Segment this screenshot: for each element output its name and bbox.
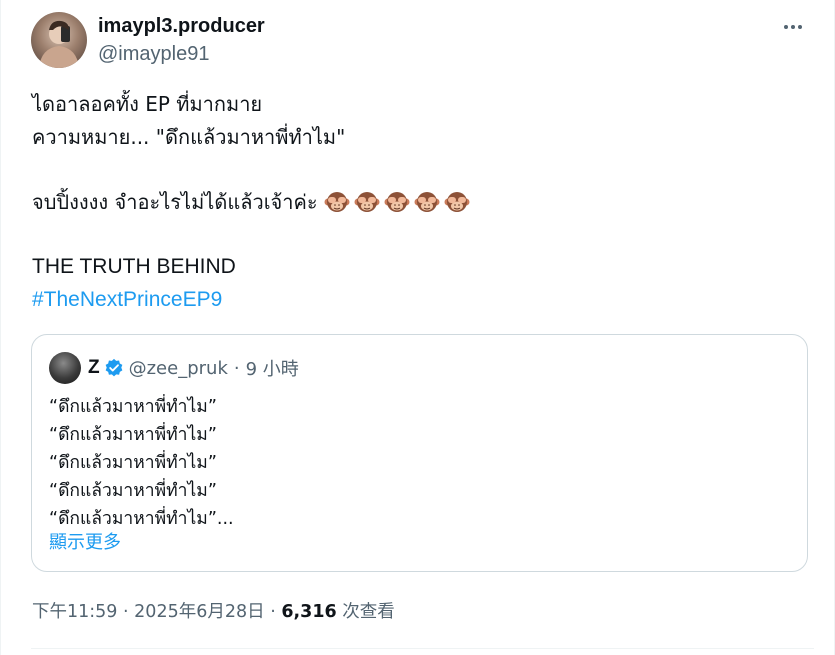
tweet-line: ความหมาย... "ดึกแล้วมาหาพี่ทำไม" [32,124,346,149]
quote-line: “ดึกแล้วมาหาพี่ทำไม” [49,397,217,417]
tweet-article: imaypl3.producer @imayple91 ไดอาลอคทั้ง … [0,0,835,655]
tweet-line: ไดอาลอคทั้ง EP ที่มากมาย [32,92,263,116]
quote-author-avatar[interactable] [49,352,81,384]
tweet-line-with-emoji: จบปิ้งงงง จำอะไรไม่ได้แล้วเจ้าค่ะ [32,186,812,219]
divider [31,648,814,649]
see-no-evil-monkey-icon [324,191,350,212]
avatar-photo [39,20,79,68]
tweet-line: THE TRUTH BEHIND [32,254,236,278]
author-handle[interactable]: @imayple91 [98,42,265,66]
see-no-evil-monkey-icon [354,191,380,212]
tweet-line: จบปิ้งงงง จำอะไรไม่ได้แล้วเจ้าค่ะ [32,189,318,214]
quote-time[interactable]: 9 小時 [246,355,299,381]
author-avatar[interactable] [31,12,87,68]
author-block: imaypl3.producer @imayple91 [98,14,265,66]
quote-line: “ดึกแล้วมาหาพี่ทำไม” [49,453,217,473]
tweet-meta: 下午11:59 · 2025年6月28日 · 6,316 次查看 [32,598,395,623]
tweet-date[interactable]: 2025年6月28日 [134,602,264,622]
hashtag-link[interactable]: #TheNextPrinceEP9 [32,288,222,311]
meta-separator: · [123,602,129,622]
views-count: 6,316 [281,602,337,622]
views-label: 次查看 [342,602,395,622]
quote-text: “ดึกแล้วมาหาพี่ทำไม” “ดึกแล้วมาหาพี่ทำไม… [49,393,234,533]
quote-author-name[interactable]: Z [88,357,100,379]
meta-separator: · [270,602,276,622]
see-no-evil-monkey-icon [414,191,440,212]
see-no-evil-monkey-icon [444,191,470,212]
quote-separator: · [233,357,240,379]
show-more-link[interactable]: 顯示更多 [49,528,121,554]
more-options-button[interactable] [778,12,808,42]
see-no-evil-monkey-icon [384,191,410,212]
emoji-row [324,189,470,215]
tweet-time[interactable]: 下午11:59 [32,602,117,622]
quote-header: Z @zee_pruk · 9 小時 [49,352,299,384]
tweet-text: ไดอาลอคทั้ง EP ที่มากมาย ความหมาย... "ดึ… [32,88,812,316]
more-dots-icon [784,25,802,29]
quote-author-handle[interactable]: @zee_pruk [129,358,228,379]
verified-badge-icon [105,358,122,377]
author-display-name[interactable]: imaypl3.producer [98,14,265,38]
quoted-tweet[interactable]: Z @zee_pruk · 9 小時 “ดึกแล้วมาหาพี่ทำไม” … [31,334,808,572]
quote-line: “ดึกแล้วมาหาพี่ทำไม” [49,425,217,445]
quote-line: “ดึกแล้วมาหาพี่ทำไม” [49,481,217,501]
